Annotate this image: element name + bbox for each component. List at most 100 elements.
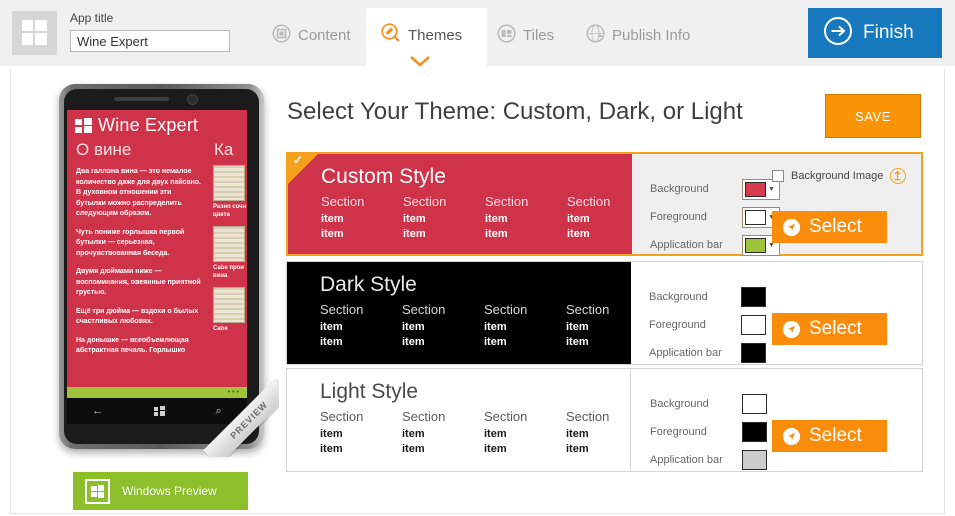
phone-body-text: Два галлона вина — это немалое количеств…: [76, 167, 202, 365]
phone-caption: Cabe прои вина: [213, 265, 244, 279]
swatch-row-application-bar: Application bar: [650, 446, 767, 474]
search-icon: ⌕: [215, 404, 222, 417]
swatch-list: Background ▼ Foreground ▼: [650, 175, 780, 259]
item-label: item: [402, 321, 425, 333]
section-label: Section: [402, 409, 446, 424]
item-label: item: [484, 443, 507, 455]
windows-preview-button[interactable]: Windows Preview: [73, 472, 248, 510]
theme-section: Section item item: [403, 194, 485, 242]
select-button-custom[interactable]: Select: [772, 211, 887, 243]
item-label: item: [484, 336, 507, 348]
theme-preview-light: Light Style Section item item Section item i…: [287, 369, 631, 471]
tab-publish-info-label: Publish Info: [612, 26, 691, 44]
windows-logo-icon: [75, 117, 92, 134]
phone-paragraph: Ещё три дюйма — вздохи о былых счастливы…: [76, 307, 199, 326]
theme-section: Section item item: [484, 409, 566, 457]
theme-sections: Section item item Section item item Section i…: [320, 409, 648, 457]
app-title-label: App title: [70, 11, 114, 25]
item-label: item: [321, 228, 344, 240]
windows-logo-icon: [12, 11, 57, 55]
color-chip: [742, 450, 767, 470]
section-label: Section: [321, 194, 365, 209]
windows-preview-label: Windows Preview: [122, 484, 217, 498]
back-arrow-icon: ←: [92, 405, 104, 417]
color-chip: [745, 209, 766, 225]
theme-preview-custom: ✓ Custom Style Section item item Section it…: [288, 153, 632, 254]
app-header: App title Content Themes: [0, 0, 955, 68]
color-chip: [742, 394, 767, 414]
tab-tiles-label: Tiles: [523, 26, 555, 44]
tab-themes-label: Themes: [408, 26, 463, 44]
phone-preview: Wine Expert О вине Ка Два галлона вина —…: [51, 84, 279, 464]
phone-app-title: Wine Expert: [75, 115, 198, 136]
color-chip: [741, 287, 766, 307]
select-arrow-icon: [783, 218, 800, 236]
theme-preview-dark: Dark Style Section item item Section item it…: [287, 262, 631, 364]
theme-sections: Section item item Section item item Section i…: [321, 194, 649, 242]
select-arrow-icon: [783, 320, 800, 338]
phone-appbar-dots-icon: •••: [227, 389, 241, 396]
swatch-list: Background Foreground Application bar: [649, 283, 766, 367]
app-title-input[interactable]: [70, 30, 230, 52]
section-label: Section: [320, 302, 364, 317]
phone-navigation-bar: ← ⌕: [67, 398, 247, 424]
save-button[interactable]: SAVE: [825, 94, 921, 138]
phone-camera-icon: [187, 94, 198, 105]
item-label: item: [403, 213, 426, 225]
color-chip: [741, 315, 766, 335]
item-label: item: [320, 443, 343, 455]
color-chip: [745, 237, 766, 253]
color-chip: [741, 343, 766, 363]
phone-speaker: [114, 97, 169, 101]
swatch-label: Application bar: [650, 239, 723, 251]
tab-tiles[interactable]: Tiles: [497, 22, 554, 48]
section-label: Section: [485, 194, 529, 209]
swatch-label: Background: [650, 183, 709, 195]
select-button-light[interactable]: Select: [772, 420, 887, 452]
swatch-label: Application bar: [650, 454, 723, 466]
theme-row-custom[interactable]: ✓ Custom Style Section item item Section it…: [286, 152, 923, 256]
swatch-row-foreground: Foreground: [649, 311, 766, 339]
swatch-label: Foreground: [650, 211, 707, 223]
swatch-label: Foreground: [650, 426, 707, 438]
swatch-label: Background: [649, 291, 708, 303]
theme-section: Section item item: [320, 409, 402, 457]
theme-row-dark[interactable]: Dark Style Section item item Section item it…: [286, 261, 923, 365]
upload-icon[interactable]: [890, 168, 907, 184]
page-title: Select Your Theme: Custom, Dark, or Ligh…: [287, 98, 743, 125]
theme-name: Custom Style: [321, 165, 446, 188]
swatch-label: Foreground: [649, 319, 706, 331]
swatch-row-application-bar: Application bar ▼: [650, 231, 780, 259]
tab-content[interactable]: Content: [272, 22, 351, 48]
phone-thumbnail: [213, 287, 245, 323]
finish-button[interactable]: Finish: [808, 8, 942, 58]
phone-paragraph: Чуть пониже горлышка первой бутылки — се…: [76, 228, 185, 257]
select-button-dark[interactable]: Select: [772, 313, 887, 345]
phone-app-name: Wine Expert: [98, 115, 199, 135]
theme-row-light[interactable]: Light Style Section item item Section item i…: [286, 368, 923, 472]
swatch-row-background: Background: [650, 390, 767, 418]
background-image-row: Background Image: [772, 168, 907, 184]
save-button-label: SAVE: [855, 108, 891, 124]
item-label: item: [320, 336, 343, 348]
select-button-label: Select: [809, 216, 862, 237]
swatch-label: Background: [650, 398, 709, 410]
theme-name: Dark Style: [320, 273, 417, 296]
item-label: item: [484, 321, 507, 333]
phone-paragraph: Два галлона вина — это немалое количеств…: [76, 168, 201, 217]
theme-sections: Section item item Section item item Section i…: [320, 302, 648, 350]
section-label: Section: [484, 302, 528, 317]
phone-caption: Cabe: [213, 326, 228, 332]
theme-settings-custom: Background ▼ Foreground ▼: [632, 154, 921, 256]
tab-publish-info[interactable]: Publish Info: [586, 22, 690, 48]
chevron-down-icon: [408, 54, 432, 68]
item-label: item: [402, 443, 425, 455]
phone-caption: Разно сочн цвета: [213, 204, 247, 218]
tab-themes[interactable]: Themes: [381, 22, 462, 48]
app-root: App title Content Themes: [0, 0, 955, 516]
swatch-row-background: Background ▼: [650, 175, 780, 203]
swatch-row-background: Background: [649, 283, 766, 311]
chevron-down-icon: ▼: [768, 185, 775, 193]
content-icon: [272, 23, 291, 47]
background-image-checkbox[interactable]: [772, 170, 784, 182]
